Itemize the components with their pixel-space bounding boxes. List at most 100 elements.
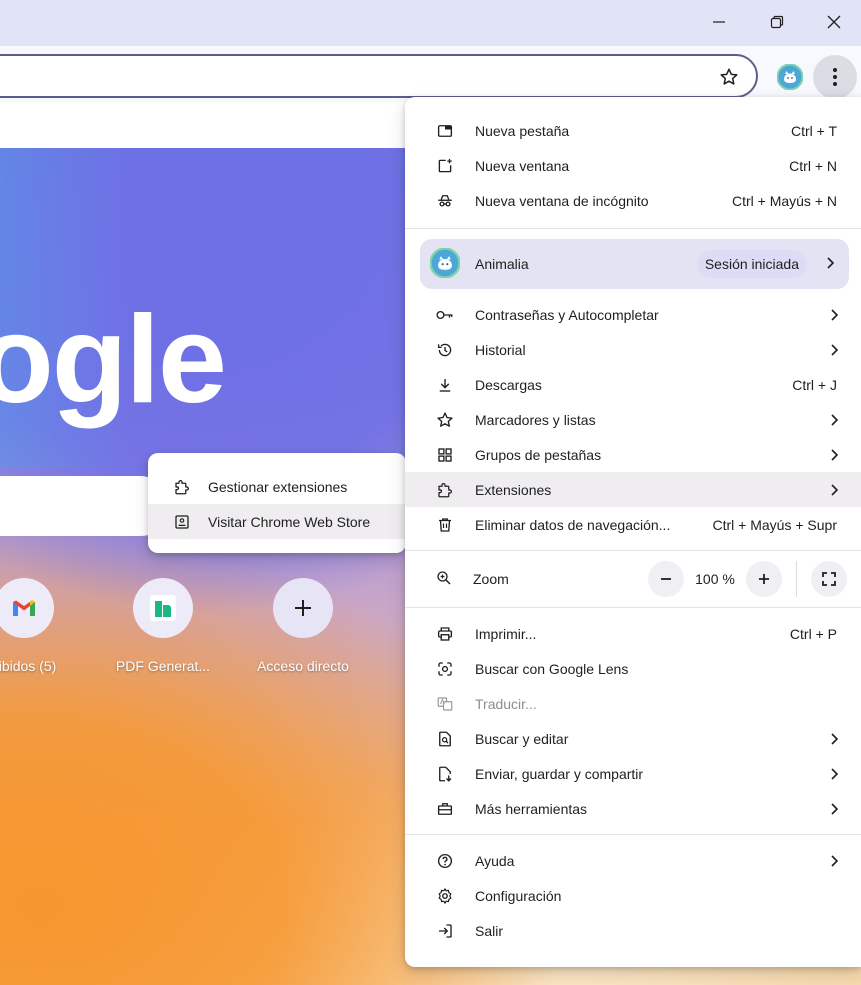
chevron-right-icon [827,413,841,427]
menu-item-label: Imprimir... [475,625,537,642]
chrome-main-menu: Nueva pestaña Ctrl + T Nueva ventana Ctr… [405,97,861,967]
menu-item-help[interactable]: Ayuda [405,843,861,878]
menu-item-bookmarks[interactable]: Marcadores y listas [405,402,861,437]
chevron-right-icon [827,767,841,781]
shortcut-add[interactable]: Acceso directo [247,578,359,674]
zoom-in-button[interactable] [746,561,782,597]
star-outline-icon [435,410,455,430]
chevron-right-icon [825,256,835,272]
submenu-item-label: Visitar Chrome Web Store [208,513,371,530]
history-icon [435,340,455,360]
close-window-button[interactable] [805,0,861,44]
menu-item-label: Ayuda [475,852,515,869]
menu-item-label: Traducir... [475,695,537,712]
keyboard-shortcut: Ctrl + T [790,122,837,139]
minimize-icon [713,21,725,23]
menu-item-label: Salir [475,922,504,939]
keyboard-shortcut: Ctrl + J [792,376,837,393]
chrome-menu-button[interactable] [813,55,857,99]
menu-item-print[interactable]: Imprimir... Ctrl + P [405,616,861,651]
printer-icon [435,624,455,644]
fullscreen-button[interactable] [811,561,847,597]
zoom-level: 100 % [695,571,735,587]
chevron-right-icon [827,308,841,322]
menu-item-label: Descargas [475,376,542,393]
plus-icon [295,600,311,616]
menu-item-downloads[interactable]: Descargas Ctrl + J [405,367,861,402]
new-tab-icon [435,121,455,141]
shortcut-tile [0,578,54,638]
restore-button[interactable] [748,0,806,44]
zoom-out-button[interactable] [648,561,684,597]
tab-groups-icon [435,445,455,465]
manage-extensions-item[interactable]: Gestionar extensiones [148,469,406,504]
menu-item-tab-groups[interactable]: Grupos de pestañas [405,437,861,472]
shortcut-label: Acceso directo [257,658,349,674]
menu-item-label: Marcadores y listas [475,411,596,428]
find-page-icon [435,729,455,749]
menu-item-history[interactable]: Historial [405,332,861,367]
web-store-icon [172,512,192,532]
menu-item-label: Más herramientas [475,800,588,817]
menu-item-label: Nueva pestaña [475,122,570,139]
menu-item-profile[interactable]: Animalia Sesión iniciada [420,239,849,289]
submenu-item-label: Gestionar extensiones [208,478,348,495]
google-logo: ogle [0,291,227,429]
help-icon [435,851,455,871]
menu-item-label: Extensiones [475,481,552,498]
profile-button[interactable] [775,62,805,92]
menu-item-incognito[interactable]: Nueva ventana de incógnito Ctrl + Mayús … [405,183,861,218]
toolbox-icon [435,799,455,819]
menu-separator [405,607,861,608]
menu-item-label: Contraseñas y Autocompletar [475,306,659,323]
menu-separator [405,228,861,229]
chevron-right-icon [827,732,841,746]
keyboard-shortcut: Ctrl + Mayús + Supr [712,516,838,533]
menu-item-more-tools[interactable]: Más herramientas [405,791,861,826]
toolbar [0,46,861,102]
address-bar[interactable] [0,54,758,98]
menu-item-extensions[interactable]: Extensiones [405,472,861,507]
menu-item-passwords[interactable]: Contraseñas y Autocompletar [405,297,861,332]
ntp-search-box[interactable] [0,476,170,536]
pdf-generator-icon [150,595,176,621]
menu-item-clear-data[interactable]: Eliminar datos de navegación... Ctrl + M… [405,507,861,542]
fullscreen-icon [822,572,836,586]
minimize-button[interactable] [690,0,748,44]
chevron-right-icon [827,802,841,816]
menu-item-label: Grupos de pestañas [475,446,602,463]
menu-item-zoom: Zoom 100 % [405,559,861,599]
key-icon [435,305,455,325]
menu-item-label: Configuración [475,887,562,904]
new-window-icon [435,156,455,176]
chevron-right-icon [827,448,841,462]
menu-item-label: Zoom [473,571,509,587]
star-outline-icon [720,68,738,85]
bookmark-star-button[interactable] [718,66,740,88]
incognito-icon [435,191,455,211]
menu-item-label: Nueva ventana de incógnito [475,192,649,209]
shortcut-pdf-generator[interactable]: PDF Generat... [107,578,219,674]
menu-item-new-window[interactable]: Nueva ventana Ctrl + N [405,148,861,183]
menu-item-label: Eliminar datos de navegación... [475,516,671,533]
zoom-icon [435,569,453,590]
menu-item-send-save[interactable]: Enviar, guardar y compartir [405,756,861,791]
gear-icon [435,886,455,906]
visit-web-store-item[interactable]: Visitar Chrome Web Store [148,504,406,539]
menu-item-find-edit[interactable]: Buscar y editar [405,721,861,756]
menu-item-settings[interactable]: Configuración [405,878,861,913]
keyboard-shortcut: Ctrl + N [789,157,837,174]
download-icon [435,375,455,395]
animal-avatar-icon [429,246,461,281]
signed-in-badge: Sesión iniciada [696,250,807,278]
save-page-icon [435,764,455,784]
menu-item-new-tab[interactable]: Nueva pestaña Ctrl + T [405,113,861,148]
menu-item-google-lens[interactable]: Buscar con Google Lens [405,651,861,686]
menu-item-label: Enviar, guardar y compartir [475,765,644,782]
shortcut-gmail[interactable]: cibidos (5) [0,578,80,674]
shortcut-tile [273,578,333,638]
menu-item-exit[interactable]: Salir [405,913,861,948]
exit-icon [435,921,455,941]
chevron-right-icon [827,483,841,497]
